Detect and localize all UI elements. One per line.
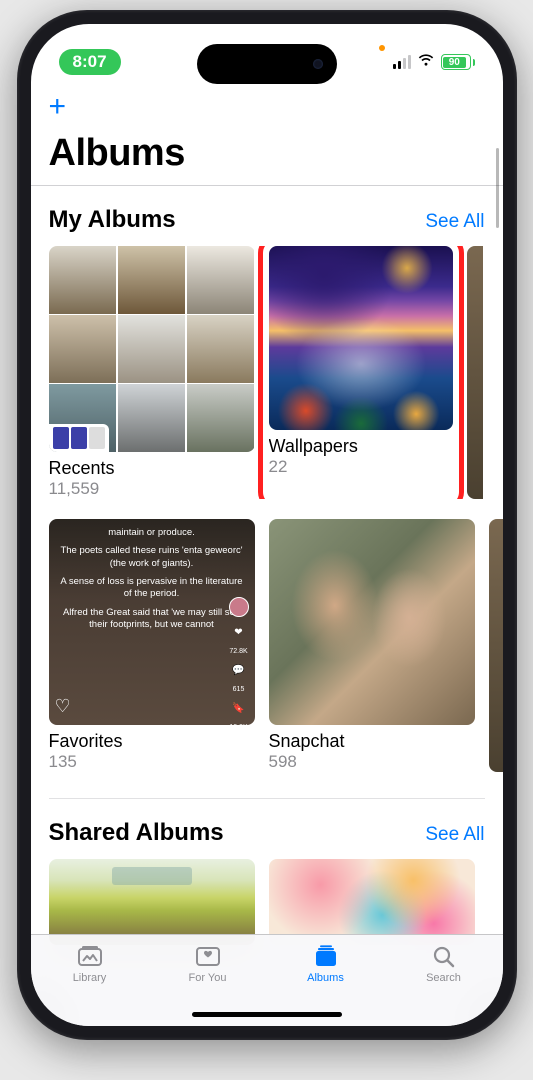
comment-count: 615 [233,686,245,693]
album-recents[interactable]: Recents 11,559 [49,246,255,499]
tab-library[interactable]: Library [31,935,149,1026]
album-name: Recents [49,458,255,479]
album-peek[interactable] [489,519,503,772]
save-count: 10.9K [229,724,247,725]
albums-icon [311,943,341,969]
screen: 8:07 90 + Albums My [31,24,503,1026]
cellular-signal-icon [393,55,411,69]
album-thumb-wallpapers[interactable] [269,246,453,430]
section-title: My Albums [49,206,176,234]
comment-icon: 💬 [232,665,244,676]
tab-label: For You [189,972,227,984]
section-header-shared-albums: Shared Albums See All [31,799,503,859]
album-wallpapers[interactable]: Wallpapers 22 [258,246,464,499]
album-thumb-favorites[interactable]: maintain or produce. The poets called th… [49,519,255,725]
see-all-shared-albums[interactable]: See All [425,824,484,846]
shared-album-2[interactable] [269,859,475,945]
mic-indicator-dot [379,45,385,51]
search-icon [429,943,459,969]
tab-label: Search [426,972,461,984]
scrollbar[interactable] [496,148,499,228]
avatar-icon [229,597,249,617]
album-count: 135 [49,752,255,772]
bookmark-icon: 🔖 [232,703,244,714]
shared-album-1[interactable] [49,859,255,945]
section-header-my-albums: My Albums See All [31,186,503,246]
for-you-icon [193,943,223,969]
page-title: Albums [49,132,485,175]
favorite-heart-icon: ♡ [55,696,71,717]
tiktok-caption: The poets called these ruins 'enta geweo… [59,545,245,570]
iphone-frame: 8:07 90 + Albums My [17,10,517,1040]
album-name: Snapchat [269,731,475,752]
album-name: Favorites [49,731,255,752]
tab-bar: Library For You Albums [31,934,503,1026]
battery-icon: 90 [441,54,475,70]
home-indicator[interactable] [192,1012,342,1017]
album-thumb-snapchat[interactable] [269,519,475,725]
tab-search[interactable]: Search [385,935,503,1026]
album-count: 598 [269,752,475,772]
nav-bar: + [31,86,503,124]
tiktok-caption: Alfred the Great said that 'we may still… [59,607,245,632]
tab-label: Albums [307,972,344,984]
album-peek[interactable] [467,246,483,499]
album-row-1[interactable]: Recents 11,559 Wallpapers 22 [31,246,503,499]
add-album-button[interactable]: + [49,92,485,122]
wifi-icon [417,53,435,72]
dynamic-island [197,44,337,84]
tiktok-caption: A sense of loss is pervasive in the lite… [59,576,245,601]
status-time-pill[interactable]: 8:07 [59,49,121,75]
tiktok-sidebar: ❤ 72.8K 💬 615 🔖 10.9K [229,597,249,725]
library-icon [75,943,105,969]
status-right: 90 [393,53,475,72]
heart-icon: ❤ [234,627,242,638]
widget-strip-icon [49,424,109,452]
album-snapchat[interactable]: Snapchat 598 [269,519,475,772]
title-row: Albums [31,124,503,186]
album-count: 22 [269,457,453,477]
section-title: Shared Albums [49,819,224,847]
shared-album-row[interactable] [31,859,503,945]
tiktok-caption: maintain or produce. [59,527,245,539]
album-name: Wallpapers [269,436,453,457]
see-all-my-albums[interactable]: See All [425,211,484,233]
album-thumb-recents[interactable] [49,246,255,452]
tab-label: Library [73,972,107,984]
like-count: 72.8K [229,648,247,655]
album-row-2[interactable]: maintain or produce. The poets called th… [31,519,503,772]
album-count: 11,559 [49,479,255,499]
album-favorites[interactable]: maintain or produce. The poets called th… [49,519,255,772]
